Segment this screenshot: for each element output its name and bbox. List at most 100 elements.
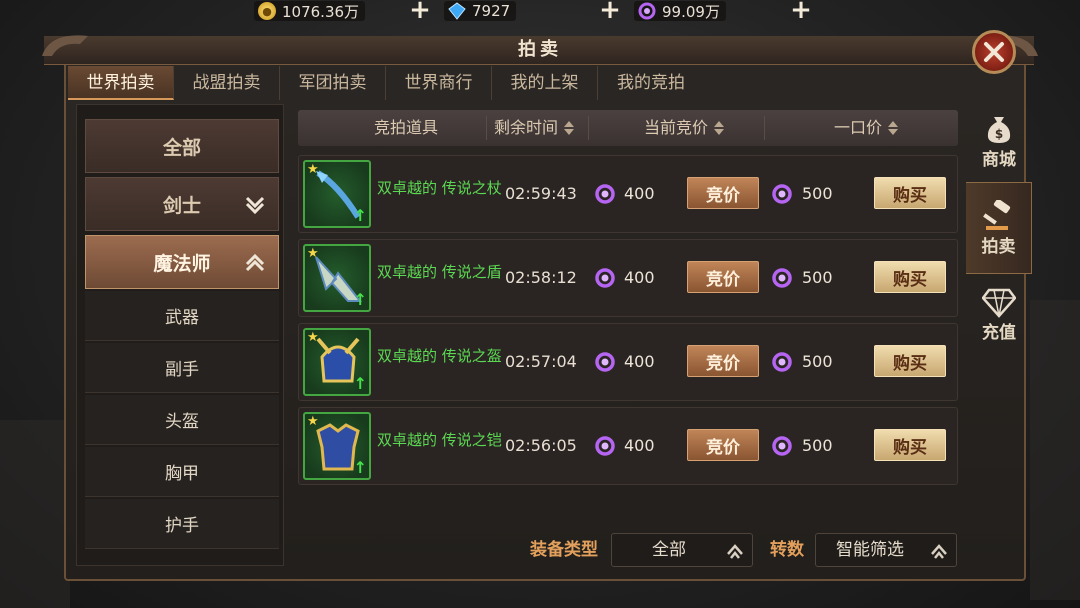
side-nav-label: 充值 bbox=[982, 322, 1016, 343]
buy-button[interactable]: 购买 bbox=[874, 345, 946, 377]
side-nav-label: 拍卖 bbox=[981, 236, 1016, 257]
side-nav-recharge[interactable]: 充值 bbox=[966, 274, 1032, 356]
current-bid: 400 bbox=[624, 352, 655, 371]
purple-gem-icon bbox=[771, 435, 793, 457]
header-current-bid[interactable]: 当前竞价 bbox=[644, 110, 725, 146]
table-row: ★ ↑ 双卓越的 传说之盾 02:58:12 400 竞价 500 购买 bbox=[298, 239, 958, 317]
money-bag-icon: $ bbox=[987, 116, 1011, 143]
table-row: ★ ↑ 双卓越的 传说之铠 02:56:05 400 竞价 500 购买 bbox=[298, 407, 958, 485]
rebirth-value: 智能筛选 bbox=[836, 540, 904, 560]
add-diamond-button[interactable]: + bbox=[599, 0, 621, 23]
rebirth-label: 转数 bbox=[770, 540, 804, 560]
side-nav-auction[interactable]: 拍卖 bbox=[966, 182, 1032, 274]
item-slot[interactable]: ★ ↑ bbox=[303, 328, 371, 396]
add-gold-button[interactable]: + bbox=[409, 0, 431, 23]
category-label: 魔法师 bbox=[153, 252, 211, 275]
tab-world-auction[interactable]: 世界拍卖 bbox=[68, 66, 174, 100]
sort-icon bbox=[714, 121, 725, 135]
bid-button[interactable]: 竞价 bbox=[687, 429, 759, 461]
upgrade-arrow-icon: ↑ bbox=[353, 458, 367, 477]
chevron-down-icon bbox=[245, 196, 265, 215]
item-name: 双卓越的 传说之铠 bbox=[377, 431, 502, 449]
buy-button[interactable]: 购买 bbox=[874, 261, 946, 293]
diamond-icon bbox=[448, 2, 466, 20]
side-nav-shop[interactable]: $ 商城 bbox=[966, 100, 1032, 182]
item-name: 双卓越的 传说之盾 bbox=[377, 263, 502, 281]
bid-button[interactable]: 竞价 bbox=[687, 177, 759, 209]
svg-text:$: $ bbox=[995, 127, 1003, 141]
item-slot[interactable]: ★ ↑ bbox=[303, 160, 371, 228]
sort-icon bbox=[564, 121, 575, 135]
divider bbox=[486, 116, 487, 140]
header-label: 当前竞价 bbox=[644, 118, 709, 137]
page-title: 拍卖 bbox=[518, 39, 562, 60]
category-label: 剑士 bbox=[162, 194, 201, 217]
gold-coin-icon: ● bbox=[258, 2, 276, 20]
chevron-up-icon bbox=[931, 544, 947, 559]
category-mage[interactable]: 魔法师 bbox=[85, 235, 279, 289]
sort-icon bbox=[888, 121, 899, 135]
header-time[interactable]: 剩余时间 bbox=[494, 110, 575, 146]
close-button[interactable] bbox=[972, 30, 1016, 74]
currency-diamond: 7927 bbox=[444, 0, 517, 22]
equipment-type-value: 全部 bbox=[652, 540, 686, 560]
add-gem-button[interactable]: + bbox=[790, 0, 812, 23]
header-label: 竞拍道具 bbox=[374, 118, 439, 137]
equipment-type-select[interactable]: 全部 bbox=[611, 533, 753, 567]
subcategory-weapon[interactable]: 武器 bbox=[85, 291, 279, 341]
purple-gem-icon bbox=[771, 183, 793, 205]
current-bid: 400 bbox=[624, 268, 655, 287]
tab-legion-auction[interactable]: 军团拍卖 bbox=[280, 66, 386, 100]
gold-amount: 1076.36万 bbox=[282, 2, 360, 21]
remaining-time: 02:57:04 bbox=[505, 352, 577, 371]
category-list: 全部 剑士 魔法师 武器 副手 头盔 胸甲 护手 bbox=[76, 104, 284, 566]
gavel-icon bbox=[982, 199, 1010, 230]
background-tile bbox=[0, 420, 70, 608]
tab-my-listings[interactable]: 我的上架 bbox=[492, 66, 598, 100]
category-swordsman[interactable]: 剑士 bbox=[85, 177, 279, 231]
remaining-time: 02:56:05 bbox=[505, 436, 577, 455]
divider bbox=[588, 116, 589, 140]
remaining-time: 02:59:43 bbox=[505, 184, 577, 203]
buy-button[interactable]: 购买 bbox=[874, 177, 946, 209]
table-header: 竞拍道具 剩余时间 当前竞价 一口价 bbox=[298, 110, 958, 146]
purple-gem-icon bbox=[594, 183, 616, 205]
subcategory-gloves[interactable]: 护手 bbox=[85, 499, 279, 549]
current-bid: 400 bbox=[624, 184, 655, 203]
upgrade-arrow-icon: ↑ bbox=[353, 206, 367, 225]
bid-button[interactable]: 竞价 bbox=[687, 261, 759, 293]
subcategory-helmet[interactable]: 头盔 bbox=[85, 395, 279, 445]
header-item: 竞拍道具 bbox=[374, 110, 438, 146]
item-slot[interactable]: ★ ↑ bbox=[303, 412, 371, 480]
side-nav-label: 商城 bbox=[982, 149, 1016, 170]
divider bbox=[764, 116, 765, 140]
table-row: ★ ↑ 双卓越的 传说之盔 02:57:04 400 竞价 500 购买 bbox=[298, 323, 958, 401]
buyout-price: 500 bbox=[802, 436, 833, 455]
upgrade-arrow-icon: ↑ bbox=[353, 374, 367, 393]
remaining-time: 02:58:12 bbox=[505, 268, 577, 287]
subcategory-offhand[interactable]: 副手 bbox=[85, 343, 279, 393]
buyout-price: 500 bbox=[802, 352, 833, 371]
buyout-price: 500 bbox=[802, 184, 833, 203]
tab-world-market[interactable]: 世界商行 bbox=[386, 66, 492, 100]
diamond-amount: 7927 bbox=[472, 2, 511, 20]
header-buyout[interactable]: 一口价 bbox=[834, 110, 899, 146]
header-label: 剩余时间 bbox=[494, 118, 559, 137]
background-tile bbox=[1030, 300, 1080, 600]
chevron-up-icon bbox=[727, 544, 743, 559]
item-name: 双卓越的 传说之盔 bbox=[377, 347, 502, 365]
tab-my-bids[interactable]: 我的竞拍 bbox=[598, 66, 704, 100]
subcategory-chest[interactable]: 胸甲 bbox=[85, 447, 279, 497]
item-slot[interactable]: ★ ↑ bbox=[303, 244, 371, 312]
buy-button[interactable]: 购买 bbox=[874, 429, 946, 461]
purple-gem-icon bbox=[594, 267, 616, 289]
bid-button[interactable]: 竞价 bbox=[687, 345, 759, 377]
current-bid: 400 bbox=[624, 436, 655, 455]
purple-gem-icon bbox=[771, 351, 793, 373]
category-all[interactable]: 全部 bbox=[85, 119, 279, 173]
rebirth-select[interactable]: 智能筛选 bbox=[815, 533, 957, 567]
tab-guild-auction[interactable]: 战盟拍卖 bbox=[174, 66, 280, 100]
header-label: 一口价 bbox=[834, 118, 883, 137]
currency-gold: ● 1076.36万 bbox=[254, 0, 366, 22]
purple-gem-icon bbox=[638, 2, 656, 20]
